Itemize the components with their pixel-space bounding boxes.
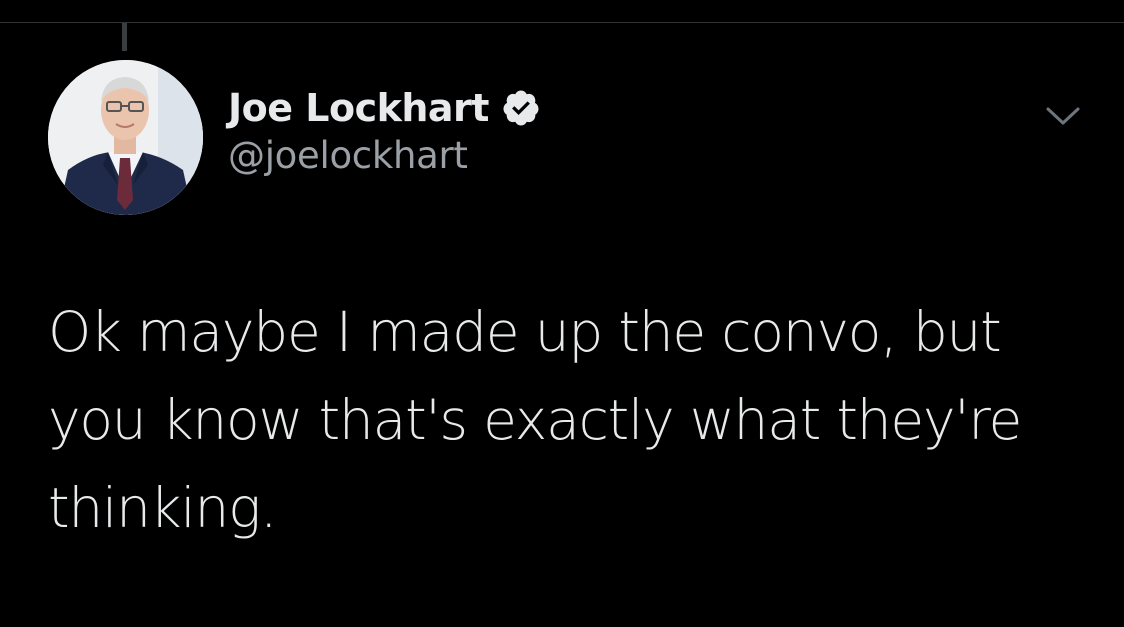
name-row: Joe Lockhart [228, 82, 541, 134]
tweet-text: Ok maybe I made up the convo, but you kn… [48, 300, 1022, 540]
handle[interactable]: @joelockhart [228, 134, 541, 177]
verified-badge-icon [501, 88, 541, 128]
display-name[interactable]: Joe Lockhart [228, 86, 489, 130]
tweet: Joe Lockhart @joelockhart Ok maybe I mad… [0, 0, 1124, 627]
chevron-down-icon[interactable] [1044, 104, 1082, 128]
avatar[interactable] [48, 60, 203, 215]
avatar-photo-icon [48, 60, 203, 215]
tweet-header: Joe Lockhart @joelockhart [228, 82, 541, 177]
